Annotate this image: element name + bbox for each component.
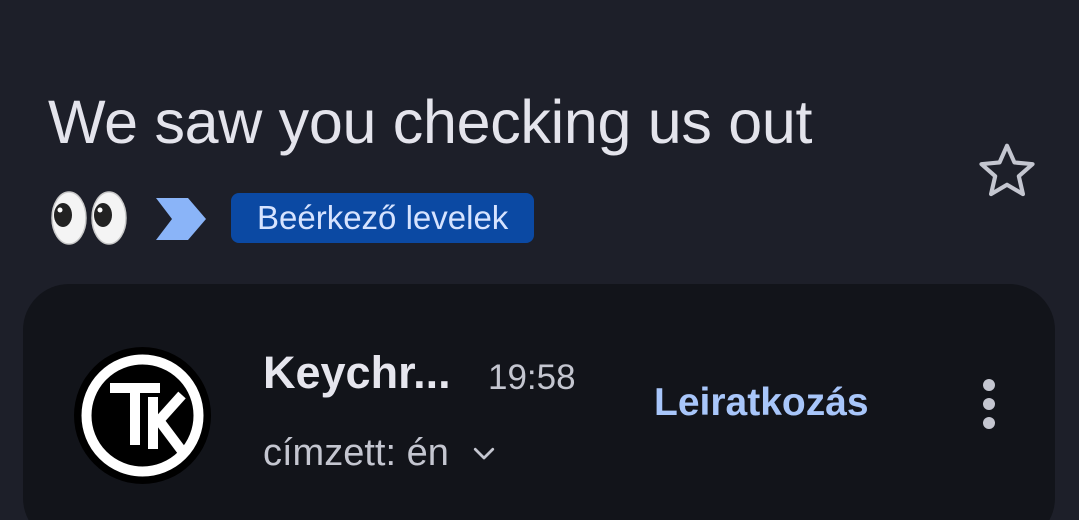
message-time: 19:58 [488,358,576,397]
email-subject: We saw you checking us out [48,88,813,156]
unsubscribe-button[interactable]: Leiratkozás [654,378,869,428]
more-options-icon[interactable] [970,376,1008,432]
recipient-toggle[interactable]: címzett: én [263,428,499,478]
eyes-emoji-icon [51,191,127,245]
email-view: We saw you checking us out Beérkező leve… [0,0,1079,520]
chevron-down-icon [473,447,494,460]
sender-avatar[interactable] [74,347,211,484]
star-icon[interactable] [974,138,1040,204]
sender-name[interactable]: Keychr... [263,345,451,401]
inbox-label-chip[interactable]: Beérkező levelek [231,193,535,243]
recipient-text: címzett: én [263,432,449,474]
importance-marker-icon[interactable] [154,196,208,242]
